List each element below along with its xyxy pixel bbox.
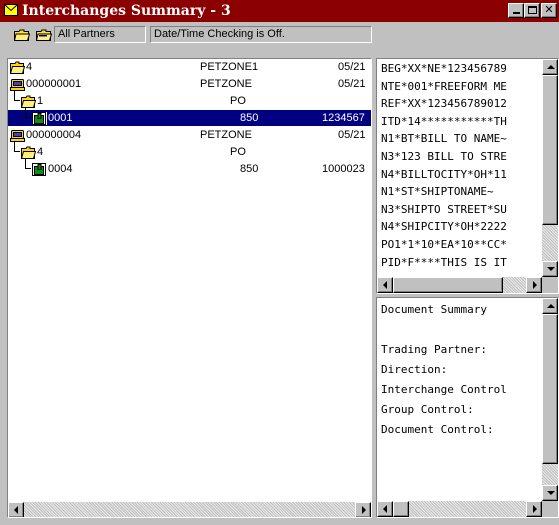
maximize-button[interactable] (524, 3, 540, 18)
control-number-cell: 1000023 (322, 163, 365, 175)
document-icon (32, 112, 47, 125)
edi-segment-line: N1*BT*BILL TO NAME~ (381, 132, 507, 146)
scroll-right-button[interactable] (355, 502, 371, 517)
tree-connector-line (14, 90, 20, 101)
arrow-down-icon (547, 267, 555, 271)
document-type-cell: PO (230, 146, 246, 158)
date-cell: 05/21 (338, 78, 366, 90)
tree-row[interactable]: 0001 850 1234567 (8, 107, 371, 126)
trading-partner-cell: PETZONE (200, 129, 252, 141)
open-folder-icon[interactable] (14, 29, 30, 41)
tree-horizontal-scrollbar[interactable] (8, 502, 371, 517)
scrollbar-corner (542, 277, 558, 293)
arrow-left-icon (14, 506, 18, 514)
summary-field-label: Direction: (381, 363, 448, 376)
toolbar: All Partners Date/Time Checking is Off. (0, 22, 559, 62)
arrow-right-icon (362, 506, 366, 514)
arrow-up-icon (547, 304, 555, 308)
window-title: Interchanges Summary - 3 (22, 3, 231, 19)
edi-segment-line: REF*XX*123456789012 (381, 97, 507, 111)
scroll-left-button[interactable] (377, 277, 393, 293)
summary-horizontal-scrollbar[interactable] (377, 501, 542, 517)
tree-node-label: 000000004 (26, 129, 82, 141)
summary-field-label: Document Control: (381, 423, 494, 436)
edi-segment-line: N1*ST*SHIPTONAME~ (381, 185, 494, 199)
tree-row[interactable]: 000000001 PETZONE 05/21 (8, 76, 371, 92)
scroll-thumb[interactable] (542, 75, 558, 225)
tree-node-label: 0004 (48, 163, 73, 175)
summary-field-label: Group Control: (381, 403, 474, 416)
tree-connector-line (25, 107, 31, 118)
arrow-left-icon (383, 281, 387, 289)
date-cell: 05/21 (338, 129, 366, 141)
edi-text-pane[interactable]: BEG*XX*NE*123456789 NTE*001*FREEFORM ME RE… (376, 58, 559, 294)
scroll-down-button[interactable] (542, 485, 558, 501)
tree-node-label: 0001 (48, 112, 73, 124)
edi-segment-line: BEG*XX*NE*123456789 (381, 62, 507, 75)
open-folder-icon (10, 61, 25, 74)
interchange-tree[interactable]: 4 PETZONE1 05/21 000000001 PETZONE 05/21 1 PO 00… (7, 58, 372, 518)
scroll-up-button[interactable] (542, 59, 558, 75)
datetime-status: Date/Time Checking is Off. (150, 26, 372, 43)
close-icon: ✕ (544, 3, 554, 16)
summary-field-label: Interchange Control (381, 383, 507, 396)
tree-connector-line (14, 141, 20, 152)
document-type-cell: PO (230, 95, 246, 107)
arrow-up-icon (547, 65, 555, 69)
tree-node-label: 1 (37, 95, 44, 107)
arrow-right-icon (533, 505, 537, 513)
document-summary-pane[interactable]: Document Summary Trading Partner: Directio… (376, 297, 559, 518)
date-cell: 05/21 (338, 61, 366, 73)
edi-segment-line: NTE*001*FREEFORM ME (381, 79, 507, 93)
document-icon (32, 163, 46, 176)
control-number-cell: 1234567 (322, 112, 365, 124)
tree-row[interactable]: 000000004 PETZONE 05/21 (8, 127, 371, 143)
trading-partner-cell: PETZONE (200, 78, 252, 90)
summary-heading: Document Summary (381, 303, 487, 316)
scroll-down-button[interactable] (542, 261, 558, 277)
edi-segment-line: N3*123 BILL TO STRE (381, 150, 507, 163)
document-type-cell: 850 (240, 163, 259, 175)
trading-partner-cell: PETZONE1 (200, 61, 259, 73)
edi-segment-line: N4*BILLTOCITY*OH*11 (381, 167, 507, 181)
scroll-right-button[interactable] (526, 501, 542, 517)
scroll-left-button[interactable] (8, 502, 24, 517)
tree-connector-line (25, 158, 31, 169)
arrow-left-icon (383, 505, 387, 513)
minimize-button[interactable] (508, 3, 524, 18)
edi-segment-line: PO1*1*10*EA*10**CC* (381, 238, 507, 251)
maximize-icon (527, 6, 537, 14)
tree-node-label: 4 (37, 146, 44, 158)
summary-field-label: Trading Partner: (381, 343, 487, 356)
arrow-right-icon (533, 281, 537, 289)
scroll-thumb[interactable] (393, 277, 503, 293)
edi-segment-line: N4*SHIPCITY*OH*2222 (381, 220, 507, 234)
scroll-thumb[interactable] (542, 314, 558, 464)
tree-row[interactable]: 4 PO (8, 141, 371, 160)
tree-row[interactable]: 0004 850 1000023 (8, 158, 371, 177)
edi-vertical-scrollbar[interactable] (542, 59, 558, 277)
edi-segment-line: PID*F****THIS IS IT (381, 255, 507, 269)
scroll-up-button[interactable] (542, 298, 558, 314)
scrollbar-corner (542, 501, 558, 517)
edi-segment-line: N3*SHIPTO STREET*SU (381, 202, 507, 216)
minimize-icon (512, 12, 520, 14)
tree-row[interactable]: 4 PETZONE1 05/21 (8, 59, 371, 75)
arrow-down-icon (547, 491, 555, 495)
envelope-icon (4, 4, 18, 16)
edi-horizontal-scrollbar[interactable] (377, 277, 542, 293)
open-folder-icon[interactable] (36, 29, 52, 41)
summary-vertical-scrollbar[interactable] (542, 298, 558, 501)
tree-node-label: 4 (26, 61, 33, 73)
close-button[interactable]: ✕ (541, 3, 557, 18)
tree-row[interactable]: 1 PO (8, 90, 371, 109)
scroll-right-button[interactable] (526, 277, 542, 293)
edi-segment-line: ITD*14***********TH (381, 114, 507, 128)
tree-node-label: 000000001 (26, 78, 82, 90)
title-bar[interactable]: Interchanges Summary - 3 ✕ (0, 0, 559, 22)
document-type-cell: 850 (240, 112, 259, 124)
scroll-left-button[interactable] (377, 501, 393, 517)
scroll-thumb[interactable] (393, 501, 409, 517)
partners-filter[interactable]: All Partners (54, 26, 146, 43)
